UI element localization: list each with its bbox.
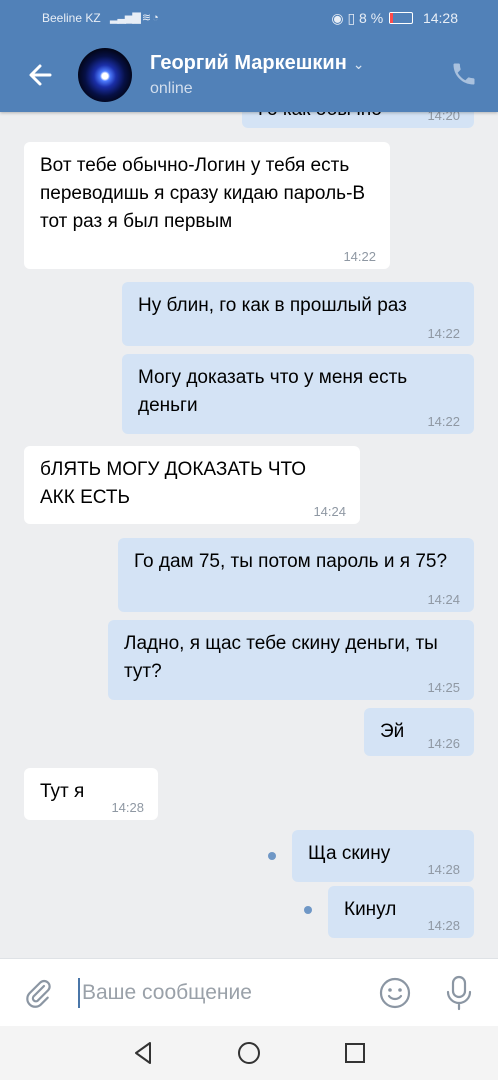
message-text: Ща скину (308, 843, 391, 864)
message-time: 14:28 (427, 918, 460, 933)
message-text: Го дам 75, ты потом пароль и я 75? (134, 551, 448, 572)
unread-dot (304, 906, 312, 914)
message-list[interactable]: Го как обычно 14:20 Вот тебе обычно-Логи… (0, 112, 498, 958)
message-bubble[interactable]: Тут я 14:28 (24, 768, 158, 820)
message-bubble[interactable]: Кинул 14:28 (328, 886, 474, 938)
message-time: 14:24 (427, 592, 460, 607)
message-time: 14:20 (427, 112, 460, 123)
message-time: 14:22 (427, 414, 460, 429)
avatar[interactable] (78, 48, 132, 102)
message-text: бЛЯТЬ МОГУ ДОКАЗАТЬ ЧТО АКК ЕСТЬ (40, 459, 307, 508)
message-text: Эй (380, 721, 405, 742)
status-right: ◉ ▯ 8 % 14:28 (331, 10, 458, 27)
status-bar: Beeline KZ ▂▃▅▇ ≋ ◔ ◉ ▯ 8 % 14:28 (0, 0, 498, 36)
signal-icon: ▂▃▅▇ ≋ ◔ (110, 12, 159, 24)
contact-name-text: Георгий Маркешкин (150, 52, 347, 74)
clock: 14:28 (422, 10, 458, 26)
battery-icon (389, 12, 414, 24)
system-nav-bar (0, 1026, 498, 1080)
phone-icon[interactable] (450, 60, 478, 88)
microphone-icon[interactable] (444, 974, 474, 1012)
smile-icon[interactable] (378, 976, 412, 1010)
square-recent-icon[interactable] (342, 1040, 368, 1066)
battery-percent: 8 % (359, 10, 384, 26)
message-time: 14:25 (427, 680, 460, 695)
message-time: 14:24 (313, 504, 346, 519)
contact-name[interactable]: Георгий Маркешкин ⌄ (150, 52, 365, 75)
message-time: 14:22 (343, 249, 376, 264)
text-cursor (78, 978, 80, 1008)
unread-dot (268, 852, 276, 860)
message-text: Кинул (344, 899, 397, 920)
message-bubble[interactable]: Ладно, я щас тебе скину деньги, ты тут? … (108, 620, 474, 700)
message-bubble[interactable]: Ща скину 14:28 (292, 830, 474, 882)
chat-header: Beeline KZ ▂▃▅▇ ≋ ◔ ◉ ▯ 8 % 14:28 Георги… (0, 0, 498, 112)
message-composer: Ваше сообщение (0, 958, 498, 1027)
vibrate-icon: ▯ (347, 10, 356, 26)
message-bubble[interactable]: бЛЯТЬ МОГУ ДОКАЗАТЬ ЧТО АКК ЕСТЬ 14:24 (24, 446, 360, 524)
message-time: 14:26 (427, 736, 460, 751)
message-bubble[interactable]: Го дам 75, ты потом пароль и я 75? 14:24 (118, 538, 474, 612)
message-text: Вот тебе обычно-Логин у тебя есть перево… (40, 155, 366, 232)
paperclip-icon[interactable] (22, 977, 54, 1009)
message-bubble[interactable]: Го как обычно 14:20 (242, 112, 474, 128)
circle-home-icon[interactable] (236, 1040, 262, 1066)
message-time: 14:28 (427, 862, 460, 877)
message-text: Могу доказать что у меня есть деньги (138, 367, 408, 416)
message-bubble[interactable]: Эй 14:26 (364, 708, 474, 756)
message-text: Тут я (40, 781, 85, 802)
contact-status: online (150, 80, 193, 97)
message-input[interactable]: Ваше сообщение (82, 981, 252, 1005)
triangle-back-icon[interactable] (130, 1040, 156, 1066)
message-text: Ладно, я щас тебе скину деньги, ты тут? (124, 633, 438, 682)
message-time: 14:22 (427, 326, 460, 341)
chevron-down-icon: ⌄ (352, 56, 365, 72)
message-time: 14:28 (111, 800, 144, 815)
arrow-left-icon[interactable] (24, 58, 58, 92)
carrier-label: Beeline KZ (42, 11, 101, 25)
eye-icon: ◉ (331, 10, 344, 26)
message-bubble[interactable]: Могу доказать что у меня есть деньги 14:… (122, 354, 474, 434)
message-bubble[interactable]: Вот тебе обычно-Логин у тебя есть перево… (24, 142, 390, 269)
message-text: Го как обычно (258, 112, 382, 120)
message-bubble[interactable]: Ну блин, го как в прошлый раз 14:22 (122, 282, 474, 346)
message-text: Ну блин, го как в прошлый раз (138, 295, 407, 316)
